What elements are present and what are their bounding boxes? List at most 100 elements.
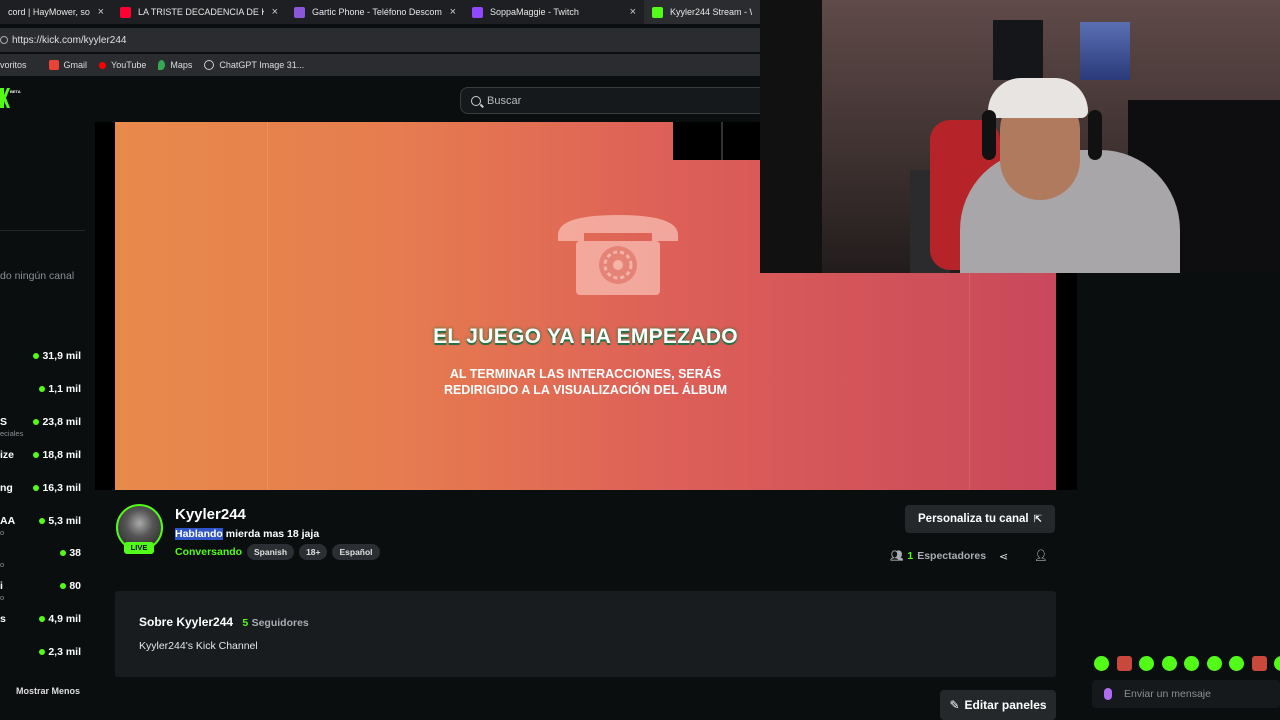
live-dot-icon (39, 649, 46, 655)
stream-title: Hablando mierda mas 18 jaja (175, 528, 319, 540)
maps-icon (158, 60, 166, 70)
webcam-overlay (760, 0, 1280, 273)
browser-tab[interactable]: SoppaMaggie - Twitch × (464, 0, 644, 24)
viewers-icon: 👥︎ (890, 550, 904, 562)
browser-tab[interactable]: LA TRISTE DECADENCIA DE KICK × (112, 0, 286, 24)
sidebar-channel-item[interactable]: AA o 5,3 mil (0, 515, 85, 537)
live-dot-icon (33, 485, 40, 491)
browser-tab[interactable]: cord | HayMower, sop × (0, 0, 112, 24)
video-subline-1: AL TERMINAR LAS INTERACCIONES, SERÁS (449, 367, 722, 381)
bookmark-item[interactable]: ChatGPT Image 31... (204, 60, 304, 70)
url-text: https://kick.com/kyyler244 (12, 34, 127, 46)
sidebar-channel-item[interactable]: 1,1 mil (0, 383, 85, 399)
chat-input-placeholder: Enviar un mensaje (1124, 688, 1211, 700)
address-bar[interactable]: https://kick.com/kyyler244 (0, 28, 760, 52)
user-action-icon[interactable]: 👤︎ (1034, 549, 1048, 562)
browser-tab[interactable]: Gartic Phone - Teléfono Descomp × (286, 0, 464, 24)
stream-tags: Spanish 18+ Español (247, 544, 385, 560)
chat-message-input[interactable]: Enviar un mensaje (1092, 680, 1280, 708)
sidebar-viewer-value: 31,9 mil (42, 350, 81, 362)
emote-bar (1094, 656, 1280, 671)
webcam-person-cap (988, 78, 1088, 118)
sidebar-viewer-value: 16,3 mil (42, 482, 81, 494)
tab-favicon-icon (472, 6, 483, 18)
show-less-button[interactable]: Mostrar Menos (16, 686, 80, 696)
emote-icon[interactable] (1094, 656, 1109, 671)
tab-favicon-icon (120, 6, 131, 18)
close-tab-icon[interactable]: × (98, 6, 104, 18)
sidebar-channel-item[interactable]: i o 80 (0, 580, 85, 602)
bookmark-item[interactable]: Maps (158, 60, 192, 70)
site-info-icon[interactable] (0, 36, 8, 44)
sidebar-channel-category: eciales (0, 429, 24, 438)
bookmark-item[interactable]: Gmail (48, 60, 87, 70)
webcam-poster (1080, 22, 1130, 80)
emote-icon[interactable] (1116, 656, 1132, 671)
sidebar-viewer-count: 2,3 mil (39, 646, 81, 658)
sidebar-channel-item[interactable]: 31,9 mil (0, 350, 85, 366)
emote-icon[interactable] (1229, 656, 1244, 671)
followers-label: Seguidores (251, 617, 309, 629)
followers-count: 5 (242, 617, 249, 629)
sidebar-channel-item[interactable]: Seciales 23,8 mil (0, 416, 85, 438)
edit-panels-button[interactable]: ✎ Editar paneles (940, 690, 1056, 720)
browser-tab-bar: cord | HayMower, sop × LA TRISTE DECADENCI… (0, 0, 760, 24)
emote-icon[interactable] (1251, 656, 1267, 671)
close-tab-icon[interactable]: × (450, 6, 456, 18)
search-input[interactable]: Buscar (460, 87, 770, 114)
sidebar-channel-name: s (0, 613, 6, 625)
viewer-count: 👥︎ 1 Espectadores (890, 549, 986, 563)
sidebar-channel-name: AA (0, 515, 16, 527)
video-subline-2: REDIRIGIDO A LA VISUALIZACIÓN DEL ÁLBUM (443, 383, 728, 397)
share-icon[interactable]: ⋖ (999, 550, 1008, 563)
tab-favicon-icon (652, 6, 663, 18)
tab-title: LA TRISTE DECADENCIA DE KICK (138, 7, 264, 17)
video-light-streak (267, 122, 268, 490)
about-panel: Sobre Kyyler244 5 Seguidores Kyyler244's… (115, 591, 1056, 677)
sidebar-viewer-count: 31,9 mil (33, 350, 81, 362)
emote-icon[interactable] (1274, 656, 1280, 671)
bookmark-item[interactable]: YouTube (99, 60, 146, 70)
sidebar-channel-item[interactable]: 2,3 mil (0, 646, 85, 662)
tag-pill[interactable]: 18+ (299, 544, 328, 560)
customize-channel-label: Personaliza tu canal (918, 513, 1029, 525)
stream-category-link[interactable]: Conversando (175, 546, 242, 558)
sidebar-channel-item[interactable]: ize 18,8 mil (0, 449, 85, 465)
bookmark-item[interactable]: voritos (0, 60, 27, 70)
sidebar-channel-item[interactable]: o 38 (0, 547, 85, 569)
customize-channel-button[interactable]: Personaliza tu canal ⇱ (905, 505, 1055, 533)
video-headline: EL JUEGO YA HA EMPEZADO (433, 325, 738, 348)
chat-panel (1077, 273, 1280, 720)
tag-pill[interactable]: Español (332, 544, 380, 560)
close-tab-icon[interactable]: × (630, 6, 636, 18)
sidebar-viewer-value: 23,8 mil (42, 416, 81, 428)
viewer-count-number: 1 (907, 549, 914, 562)
tag-pill[interactable]: Spanish (247, 544, 295, 560)
sidebar-channel-item[interactable]: ng 16,3 mil (0, 482, 85, 498)
live-dot-icon (60, 583, 67, 589)
sidebar-viewer-count: 18,8 mil (33, 449, 81, 461)
sidebar-viewer-value: 38 (69, 547, 81, 559)
edit-panels-label: Editar paneles (964, 698, 1047, 712)
sidebar-viewer-value: 4,9 mil (48, 613, 81, 625)
bookmark-label: voritos (0, 60, 27, 70)
microphone-icon[interactable] (1104, 688, 1112, 700)
external-link-icon: ⇱ (1033, 513, 1042, 525)
sidebar-channel-item[interactable]: s 4,9 mil (0, 613, 85, 629)
channel-name[interactable]: Kyyler244 (175, 506, 246, 523)
emote-icon[interactable] (1161, 656, 1177, 671)
browser-tab[interactable]: Kyyler244 Stream - Wa (644, 0, 760, 24)
tab-title: Gartic Phone - Teléfono Descomp (312, 7, 442, 17)
sidebar-empty-following-text: do ningún canal (0, 270, 75, 282)
video-subline: AL TERMINAR LAS INTERACCIONES, SERÁS RED… (115, 366, 1056, 398)
emote-icon[interactable] (1184, 656, 1199, 671)
emote-icon[interactable] (1206, 656, 1222, 671)
close-tab-icon[interactable]: × (272, 6, 278, 18)
sidebar-channel-category: o (0, 560, 5, 569)
sidebar-channel-name: S (0, 416, 8, 428)
tab-title: Kyyler244 Stream - Wa (670, 7, 752, 17)
sidebar-viewer-value: 1,1 mil (48, 383, 81, 395)
emote-icon[interactable] (1139, 656, 1154, 671)
webcam-shadow (760, 0, 824, 273)
sidebar-viewer-count: 23,8 mil (33, 416, 81, 428)
